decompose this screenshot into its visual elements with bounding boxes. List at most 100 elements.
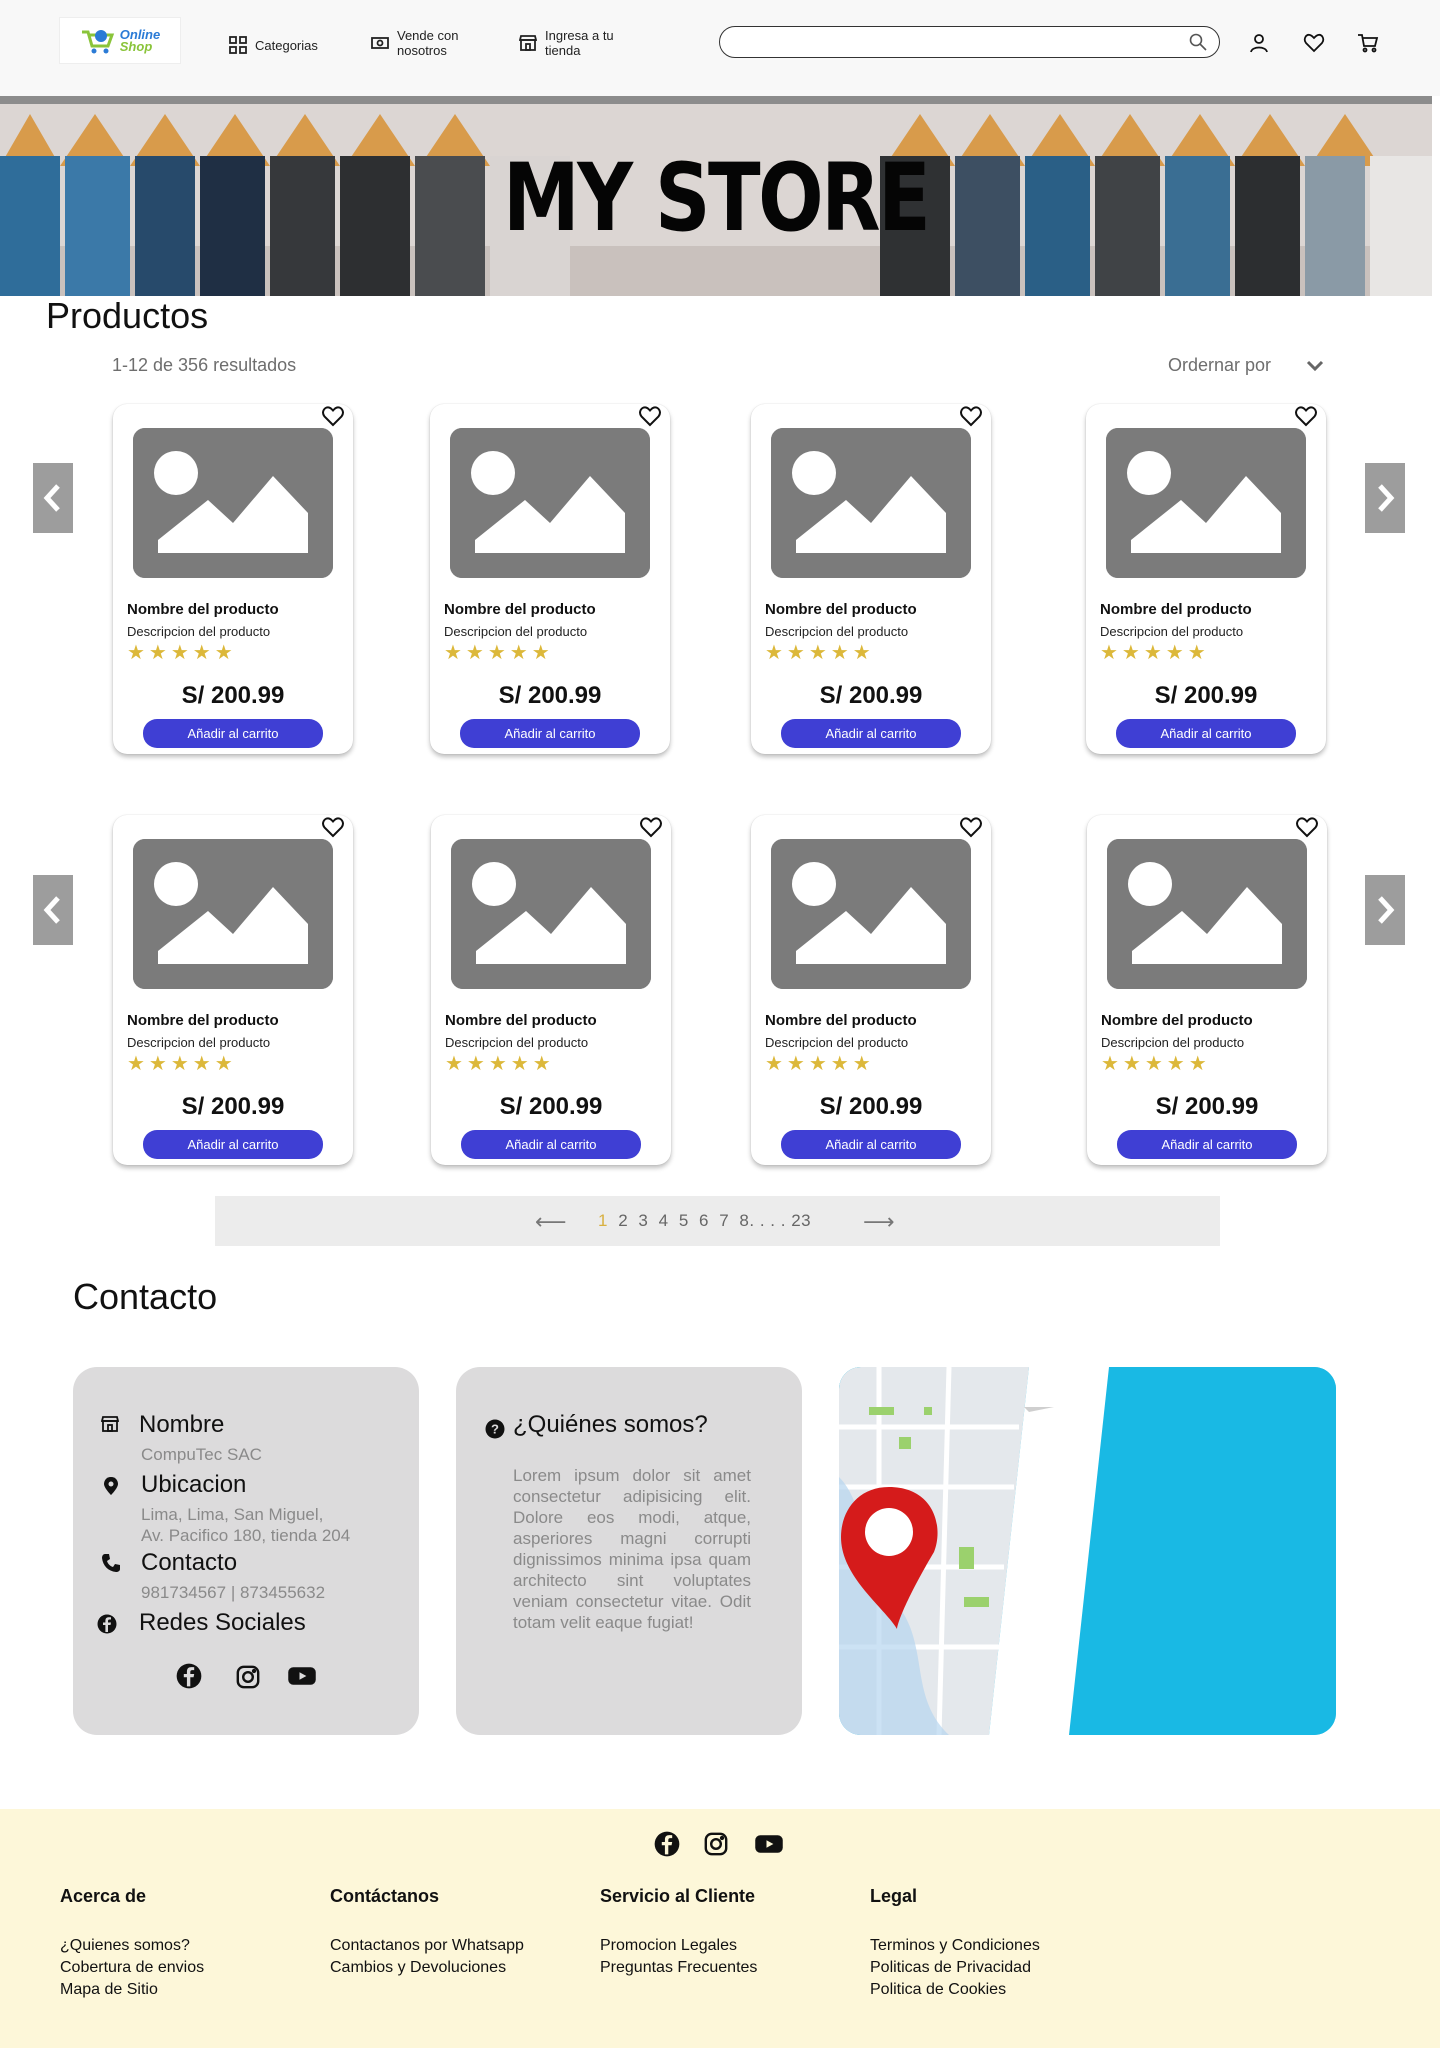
- footer-link[interactable]: Mapa de Sitio: [60, 1979, 204, 2001]
- nav-categorias[interactable]: Categorias: [229, 36, 318, 54]
- product-card[interactable]: Nombre del producto Descripcion del prod…: [113, 404, 353, 754]
- footer-link[interactable]: Preguntas Frecuentes: [600, 1957, 757, 1979]
- footer-link[interactable]: Politicas de Privacidad: [870, 1957, 1040, 1979]
- footer-link[interactable]: Cambios y Devoluciones: [330, 1957, 524, 1979]
- carousel-prev-button[interactable]: [33, 463, 73, 533]
- youtube-icon[interactable]: [287, 1661, 317, 1691]
- page-link-3[interactable]: 3: [638, 1211, 648, 1230]
- pagination-next-arrow[interactable]: ⟶: [863, 1209, 895, 1235]
- product-name[interactable]: Nombre del producto: [444, 601, 596, 618]
- footer-link[interactable]: Promocion Legales: [600, 1935, 757, 1957]
- add-to-cart-button[interactable]: Añadir al carrito: [1117, 1130, 1297, 1159]
- product-name[interactable]: Nombre del producto: [765, 601, 917, 618]
- star-rating: ★★★★★: [765, 1053, 875, 1075]
- add-to-cart-button[interactable]: Añadir al carrito: [781, 719, 961, 748]
- page-link-2[interactable]: 2: [618, 1211, 628, 1230]
- logo-text: Online Shop: [120, 28, 160, 53]
- map-image[interactable]: [839, 1367, 1336, 1735]
- store-icon: [519, 35, 537, 51]
- page-link-6[interactable]: 6: [699, 1211, 709, 1230]
- product-description: Descripcion del producto: [127, 1035, 271, 1050]
- add-to-cart-button[interactable]: Añadir al carrito: [460, 719, 640, 748]
- image-placeholder-icon: [1107, 839, 1307, 989]
- cart-logo-icon: [81, 29, 114, 53]
- favorite-heart-icon[interactable]: [1294, 404, 1318, 428]
- nav-ingresa[interactable]: Ingresa a tu tienda: [519, 28, 625, 58]
- pagination-prev-arrow[interactable]: ⟵: [535, 1209, 567, 1235]
- instagram-icon[interactable]: [236, 1665, 260, 1689]
- location-pin-icon: [104, 1477, 118, 1495]
- favorite-heart-icon[interactable]: [1295, 815, 1319, 839]
- add-to-cart-button[interactable]: Añadir al carrito: [461, 1130, 641, 1159]
- product-name[interactable]: Nombre del producto: [765, 1012, 917, 1029]
- nav-categorias-label: Categorias: [255, 37, 318, 53]
- instagram-icon[interactable]: [704, 1832, 728, 1856]
- chevron-down-icon[interactable]: [1305, 358, 1325, 374]
- cart-icon[interactable]: [1357, 32, 1379, 54]
- footer-column-title: Servicio al Cliente: [600, 1886, 756, 1906]
- question-circle-icon: ?: [485, 1419, 505, 1439]
- page-link-7[interactable]: 7: [719, 1211, 729, 1230]
- facebook-icon: [97, 1614, 117, 1634]
- sort-label[interactable]: Ordernar por: [1168, 355, 1271, 376]
- footer-column-servicio: Servicio al Cliente Promocion Legales Pr…: [600, 1886, 757, 1979]
- product-name[interactable]: Nombre del producto: [1101, 1012, 1253, 1029]
- favorite-heart-icon[interactable]: [959, 404, 983, 428]
- product-card[interactable]: Nombre del producto Descripcion del prod…: [113, 815, 353, 1165]
- add-to-cart-button[interactable]: Añadir al carrito: [1116, 719, 1296, 748]
- favorite-heart-icon[interactable]: [959, 815, 983, 839]
- page-link-5[interactable]: 5: [679, 1211, 689, 1230]
- product-price: S/ 200.99: [819, 682, 923, 709]
- search-input[interactable]: [734, 27, 1164, 55]
- carousel-next-button[interactable]: [1365, 463, 1405, 533]
- pagination: ⟵ 1 2 3 4 5 6 7 8. . . . 23 ⟶: [215, 1196, 1220, 1246]
- favorite-heart-icon[interactable]: [639, 815, 663, 839]
- money-icon: [371, 37, 389, 49]
- map-pin-illustration: [839, 1367, 1336, 1735]
- footer-link[interactable]: ¿Quienes somos?: [60, 1935, 204, 1957]
- page-link-8[interactable]: 8: [739, 1211, 749, 1230]
- product-card[interactable]: Nombre del producto Descripcion del prod…: [751, 404, 991, 754]
- page-link-4[interactable]: 4: [659, 1211, 669, 1230]
- about-box: ? ¿Quiénes somos? Lorem ipsum dolor sit …: [456, 1367, 802, 1735]
- product-name[interactable]: Nombre del producto: [445, 1012, 597, 1029]
- product-price: S/ 200.99: [181, 682, 285, 709]
- add-to-cart-button[interactable]: Añadir al carrito: [781, 1130, 961, 1159]
- product-name[interactable]: Nombre del producto: [1100, 601, 1252, 618]
- heart-icon[interactable]: [1303, 32, 1325, 54]
- favorite-heart-icon[interactable]: [321, 404, 345, 428]
- product-description: Descripcion del producto: [1100, 624, 1244, 639]
- contact-phone-label: Contacto: [141, 1549, 238, 1576]
- footer-link[interactable]: Cobertura de envios: [60, 1957, 204, 1979]
- search-icon[interactable]: [1189, 33, 1207, 51]
- page-link-last[interactable]: 23: [791, 1211, 811, 1230]
- add-to-cart-button[interactable]: Añadir al carrito: [143, 1130, 323, 1159]
- carousel-next-button[interactable]: [1365, 875, 1405, 945]
- page-link-1[interactable]: 1: [598, 1211, 608, 1230]
- footer-link[interactable]: Contactanos por Whatsapp: [330, 1935, 524, 1957]
- product-name[interactable]: Nombre del producto: [127, 601, 279, 618]
- youtube-icon[interactable]: [754, 1829, 784, 1859]
- add-to-cart-button[interactable]: Añadir al carrito: [143, 719, 323, 748]
- svg-text:?: ?: [491, 1422, 499, 1437]
- favorite-heart-icon[interactable]: [638, 404, 662, 428]
- product-card[interactable]: Nombre del producto Descripcion del prod…: [431, 815, 671, 1165]
- user-icon[interactable]: [1248, 32, 1270, 54]
- product-card[interactable]: Nombre del producto Descripcion del prod…: [1087, 815, 1327, 1165]
- carousel-prev-button[interactable]: [33, 875, 73, 945]
- image-placeholder-icon: [450, 428, 650, 578]
- logo[interactable]: Online Shop: [59, 17, 181, 64]
- image-placeholder-icon: [133, 839, 333, 989]
- facebook-icon[interactable]: [654, 1831, 680, 1857]
- product-description: Descripcion del producto: [765, 624, 909, 639]
- product-card[interactable]: Nombre del producto Descripcion del prod…: [1086, 404, 1326, 754]
- favorite-heart-icon[interactable]: [321, 815, 345, 839]
- product-name[interactable]: Nombre del producto: [127, 1012, 279, 1029]
- footer-link[interactable]: Politica de Cookies: [870, 1979, 1040, 2001]
- facebook-icon[interactable]: [176, 1663, 202, 1689]
- product-card[interactable]: Nombre del producto Descripcion del prod…: [751, 815, 991, 1165]
- nav-vende[interactable]: Vende con nosotros: [371, 28, 477, 58]
- product-card[interactable]: Nombre del producto Descripcion del prod…: [430, 404, 670, 754]
- footer-link[interactable]: Terminos y Condiciones: [870, 1935, 1040, 1957]
- contact-phone-value: 981734567 | 873455632: [141, 1583, 326, 1602]
